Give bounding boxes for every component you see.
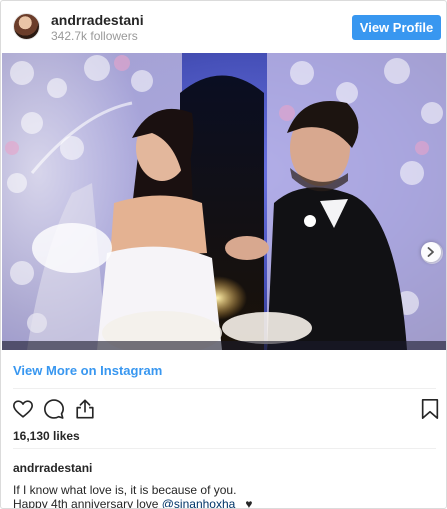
avatar[interactable] <box>13 13 40 40</box>
caption-text: Happy 4th anniversary love <box>13 497 162 509</box>
caption-username[interactable]: andrradestani <box>13 461 92 475</box>
follower-count: 342.7k followers <box>51 29 138 43</box>
chevron-right-icon <box>427 247 434 257</box>
comment-icon <box>44 399 64 419</box>
share-icon <box>76 399 94 419</box>
divider <box>13 448 436 449</box>
save-button[interactable] <box>419 398 441 420</box>
view-profile-button[interactable]: View Profile <box>352 15 441 40</box>
like-count[interactable]: 16,130 likes <box>13 429 80 443</box>
wedding-photo-image <box>2 53 446 350</box>
mention-link[interactable]: @sinanhoxha_ <box>162 497 242 508</box>
view-more-link[interactable]: View More on Instagram <box>13 363 162 378</box>
heart-emoji: ♥ <box>245 497 253 509</box>
post-photo[interactable] <box>2 53 446 350</box>
caption-line: If I know what love is, it is because of… <box>13 483 237 497</box>
caption-line: Happy 4th anniversary love @sinanhoxha_ … <box>13 497 253 509</box>
username[interactable]: andrradestani <box>51 12 144 28</box>
user-info: andrradestani 342.7k followers <box>51 12 144 44</box>
heart-icon <box>13 400 33 418</box>
comment-button[interactable] <box>43 398 65 420</box>
like-button[interactable] <box>12 398 34 420</box>
next-image-button[interactable] <box>421 242 441 262</box>
divider <box>13 388 436 389</box>
bookmark-icon <box>421 399 439 419</box>
share-button[interactable] <box>74 398 96 420</box>
instagram-embed: andrradestani 342.7k followers View Prof… <box>0 0 447 509</box>
post-header: andrradestani 342.7k followers View Prof… <box>1 1 446 53</box>
